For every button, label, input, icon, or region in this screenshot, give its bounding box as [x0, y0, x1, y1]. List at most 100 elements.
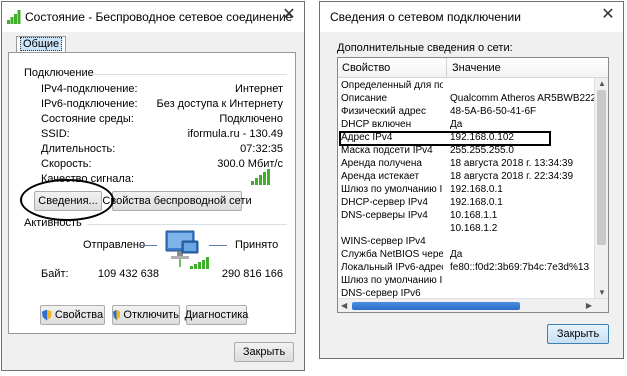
- table-row[interactable]: DHCP-сервер IPv4 192.168.0.1: [338, 197, 598, 210]
- duration-value: 07:32:35: [240, 143, 283, 155]
- value-cell: Qualcomm Atheros AR5BWB222 Wire: [450, 93, 598, 104]
- scroll-left-icon[interactable]: ◀: [341, 301, 347, 310]
- scroll-right-icon[interactable]: ▶: [586, 301, 592, 310]
- property-cell: Шлюз по умолчанию IP...: [341, 275, 443, 286]
- activity-bars-icon: [190, 257, 209, 269]
- tab-general-label: Общие: [20, 37, 63, 51]
- bytes-label: Байт:: [41, 268, 69, 280]
- connection-divider: [91, 74, 287, 75]
- value-cell: 18 августа 2018 г. 22:34:39: [450, 171, 574, 182]
- highlight-box-ipv4: [339, 131, 551, 146]
- status-window-titlebar[interactable]: Состояние - Беспроводное сетевое соедине…: [2, 2, 304, 32]
- ipv4-value: Интернет: [235, 83, 283, 95]
- disable-button-label: Отключить: [123, 309, 179, 321]
- value-cell: 255.255.255.0: [450, 145, 514, 156]
- activity-divider: [87, 224, 287, 225]
- property-cell: Физический адрес: [341, 106, 426, 117]
- value-cell: 192.168.0.1: [450, 184, 503, 195]
- table-row[interactable]: Маска подсети IPv4 255.255.255.0: [338, 145, 598, 158]
- property-cell: Аренда истекает: [341, 171, 420, 182]
- details-subtitle: Дополнительные сведения о сети:: [337, 42, 513, 54]
- status-window-title: Состояние - Беспроводное сетевое соедине…: [25, 10, 293, 24]
- vertical-scrollbar[interactable]: ▲ ▼: [594, 78, 608, 298]
- ipv4-label: IPv4-подключение:: [41, 83, 138, 95]
- details-window-titlebar[interactable]: Сведения о сетевом подключении ✕: [320, 2, 623, 32]
- table-row[interactable]: Аренда истекает 18 августа 2018 г. 22:34:…: [338, 171, 598, 184]
- property-cell: Шлюз по умолчанию IP...: [341, 184, 443, 195]
- value-cell: 18 августа 2018 г. 13:34:39: [450, 158, 574, 169]
- horizontal-scroll-thumb[interactable]: [352, 302, 520, 310]
- details-window: Сведения о сетевом подключении ✕ Дополни…: [319, 1, 624, 359]
- property-cell: DHCP включен: [341, 119, 412, 130]
- property-cell: Маска подсети IPv4: [341, 145, 433, 156]
- table-row[interactable]: Описание Qualcomm Atheros AR5BWB222 Wire: [338, 93, 598, 106]
- property-cell: Служба NetBIOS через...: [341, 249, 443, 260]
- property-cell: WINS-сервер IPv4: [341, 236, 426, 247]
- ssid-label: SSID:: [41, 128, 70, 140]
- bytes-sent-value: 109 432 638: [97, 268, 159, 280]
- signal-strength-icon: [251, 169, 270, 185]
- value-cell: 48-5A-B6-50-41-6F: [450, 106, 537, 117]
- received-label: Принято: [235, 239, 279, 251]
- ipv6-label: IPv6-подключение:: [41, 98, 138, 110]
- property-column-header[interactable]: Свойство: [342, 62, 390, 74]
- tab-general[interactable]: Общие: [16, 36, 67, 53]
- received-line: [209, 245, 227, 246]
- horizontal-scrollbar[interactable]: ◀ ▶: [338, 298, 608, 312]
- wireless-properties-button[interactable]: Свойства беспроводной сети: [102, 191, 252, 211]
- disable-button[interactable]: Отключить: [112, 305, 180, 325]
- value-cell: 10.168.1.2: [450, 223, 498, 234]
- duration-label: Длительность:: [41, 143, 116, 155]
- activity-group-title: Активность: [24, 217, 82, 229]
- scroll-down-icon[interactable]: ▼: [598, 288, 606, 297]
- status-window: Состояние - Беспроводное сетевое соедине…: [1, 1, 305, 371]
- property-cell: Аренда получена: [341, 158, 422, 169]
- ssid-value: iformula.ru - 130.49: [187, 128, 283, 140]
- table-row[interactable]: Аренда получена 18 августа 2018 г. 13:34:…: [338, 158, 598, 171]
- scroll-up-icon[interactable]: ▲: [598, 79, 606, 88]
- table-row[interactable]: Служба NetBIOS через... Да: [338, 249, 598, 262]
- table-row[interactable]: Шлюз по умолчанию IP... 192.168.0.1: [338, 184, 598, 197]
- sent-line: [139, 245, 157, 246]
- table-row[interactable]: DNS-серверы IPv4 10.168.1.1: [338, 210, 598, 223]
- close-button[interactable]: Закрыть: [234, 342, 294, 362]
- media-state-value: Подключено: [219, 113, 283, 125]
- table-row[interactable]: Физический адрес 48-5A-B6-50-41-6F: [338, 106, 598, 119]
- value-cell: fe80::f0d2:3b69:7b4c:7e3d%13: [450, 262, 590, 273]
- value-cell: 192.168.0.1: [450, 197, 503, 208]
- property-cell: Описание: [341, 93, 388, 104]
- table-header: Свойство Значение: [338, 58, 608, 78]
- details-table[interactable]: Свойство Значение Определенный для по...…: [337, 57, 609, 313]
- table-row[interactable]: WINS-сервер IPv4: [338, 236, 598, 249]
- table-row[interactable]: 10.168.1.2: [338, 223, 598, 236]
- value-cell: Да: [450, 249, 463, 260]
- network-icon: [7, 10, 21, 24]
- property-cell: DHCP-сервер IPv4: [341, 197, 428, 208]
- table-row[interactable]: Локальный IPv6-адрес... fe80::f0d2:3b69:7…: [338, 262, 598, 275]
- value-cell: 10.168.1.1: [450, 210, 498, 221]
- column-separator: [446, 58, 447, 78]
- shield-icon: [41, 309, 52, 321]
- table-row[interactable]: Шлюз по умолчанию IP...: [338, 275, 598, 288]
- properties-button[interactable]: Свойства: [40, 305, 105, 325]
- vertical-scroll-thumb[interactable]: [597, 90, 606, 245]
- bytes-received-value: 290 816 166: [221, 268, 283, 280]
- media-state-label: Состояние среды:: [41, 113, 134, 125]
- property-cell: DNS-серверы IPv4: [341, 210, 428, 221]
- close-icon[interactable]: ✕: [278, 7, 300, 25]
- details-close-button[interactable]: Закрыть: [547, 324, 609, 344]
- table-row[interactable]: Определенный для по...: [338, 80, 598, 93]
- details-window-title: Сведения о сетевом подключении: [330, 10, 521, 24]
- properties-button-label: Свойства: [54, 309, 104, 321]
- value-cell: Да: [450, 119, 463, 130]
- speed-label: Скорость:: [41, 158, 92, 170]
- property-cell: Локальный IPv6-адрес...: [341, 262, 443, 273]
- value-column-header[interactable]: Значение: [452, 62, 501, 74]
- ipv6-value: Без доступа к Интернету: [156, 98, 283, 110]
- connection-group-title: Подключение: [24, 67, 94, 79]
- sent-label: Отправлено: [83, 239, 146, 251]
- diagnostics-button[interactable]: Диагностика: [185, 305, 248, 325]
- details-highlight-ellipse: [20, 179, 114, 221]
- general-panel: Подключение IPv4-подключение: Интернет I…: [8, 52, 296, 334]
- close-icon[interactable]: ✕: [597, 7, 619, 25]
